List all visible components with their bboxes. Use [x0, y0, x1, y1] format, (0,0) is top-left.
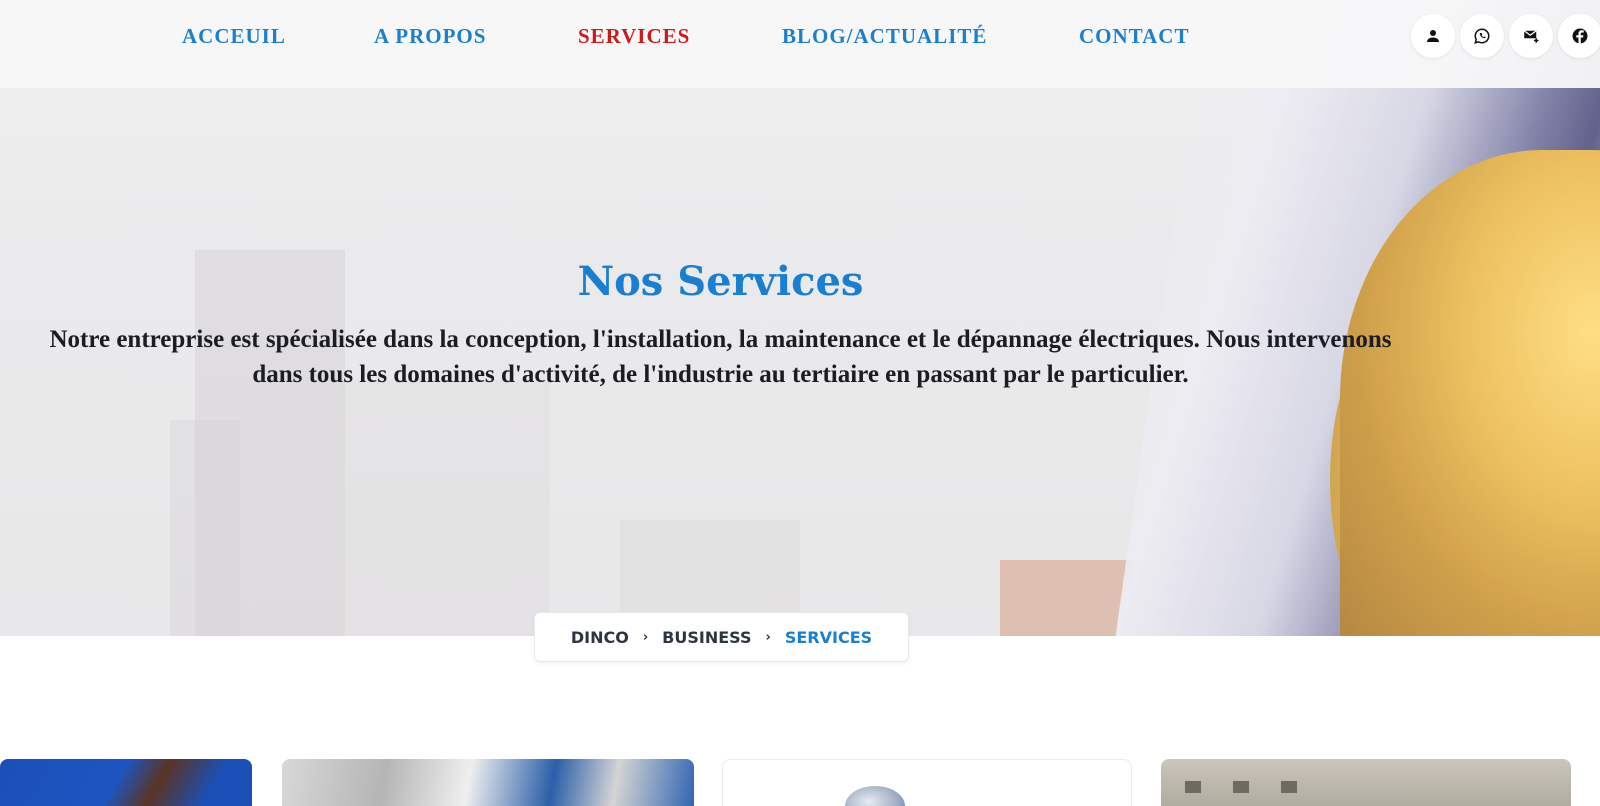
nav-link-a-propos[interactable]: A PROPOS [374, 24, 486, 49]
service-card-image[interactable] [722, 759, 1132, 806]
mail-plus-icon[interactable] [1509, 14, 1553, 58]
chevron-right-icon: › [642, 629, 649, 645]
page-title: Nos Services [577, 258, 864, 305]
nav-link-contact[interactable]: CONTACT [1079, 24, 1189, 49]
mouse-image [845, 786, 905, 806]
service-card-image[interactable] [1161, 759, 1571, 806]
nav-link-acceuil[interactable]: ACCEUIL [182, 24, 286, 49]
whatsapp-icon[interactable] [1460, 14, 1504, 58]
nav-link-services[interactable]: SERVICES [578, 24, 690, 49]
breadcrumb: DINCO › BUSINESS › SERVICES [534, 612, 909, 662]
main-navbar: ACCEUIL A PROPOS SERVICES BLOG/ACTUALITÉ… [0, 0, 1600, 88]
hero-description: Notre entreprise est spécialisée dans la… [49, 326, 1392, 388]
breadcrumb-item-business[interactable]: BUSINESS [662, 628, 751, 647]
hero-banner [0, 0, 1600, 636]
chevron-right-icon: › [765, 629, 771, 645]
facebook-icon[interactable] [1558, 14, 1600, 58]
breadcrumb-item-dinco[interactable]: DINCO [571, 628, 629, 647]
service-card-image[interactable] [282, 759, 694, 806]
service-card-image[interactable] [0, 759, 252, 806]
user-icon[interactable] [1411, 14, 1455, 58]
nav-link-blog[interactable]: BLOG/ACTUALITÉ [782, 24, 987, 49]
breadcrumb-current: SERVICES [784, 627, 873, 647]
